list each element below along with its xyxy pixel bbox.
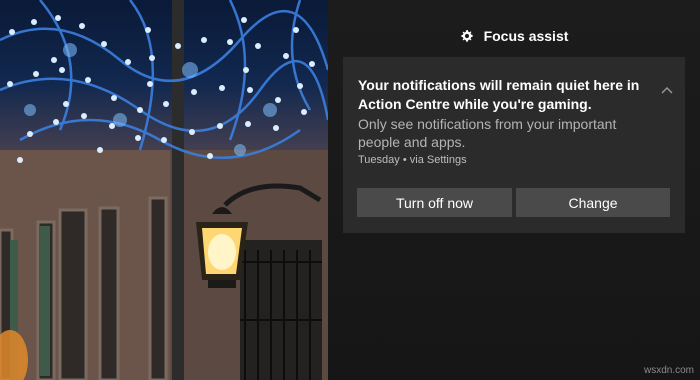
notification-heading: Your notifications will remain quiet her… — [358, 77, 640, 112]
change-button[interactable]: Change — [516, 188, 670, 217]
notification-group-header: Focus assist — [328, 24, 700, 48]
desktop-wallpaper — [0, 0, 328, 380]
wallpaper-art — [0, 0, 328, 380]
focus-assist-notification[interactable]: Your notifications will remain quiet her… — [343, 57, 685, 233]
watermark-text: wsxdn.com — [643, 365, 694, 376]
action-centre-panel: Focus assist Your notifications will rem… — [328, 0, 700, 380]
chevron-up-icon[interactable] — [659, 83, 675, 97]
notification-body: Only see notifications from your importa… — [358, 116, 617, 150]
gear-icon — [460, 30, 473, 42]
focus-assist-title: Focus assist — [483, 28, 569, 44]
notification-timestamp: Tuesday • via Settings — [358, 154, 467, 166]
turn-off-now-button[interactable]: Turn off now — [357, 188, 512, 217]
